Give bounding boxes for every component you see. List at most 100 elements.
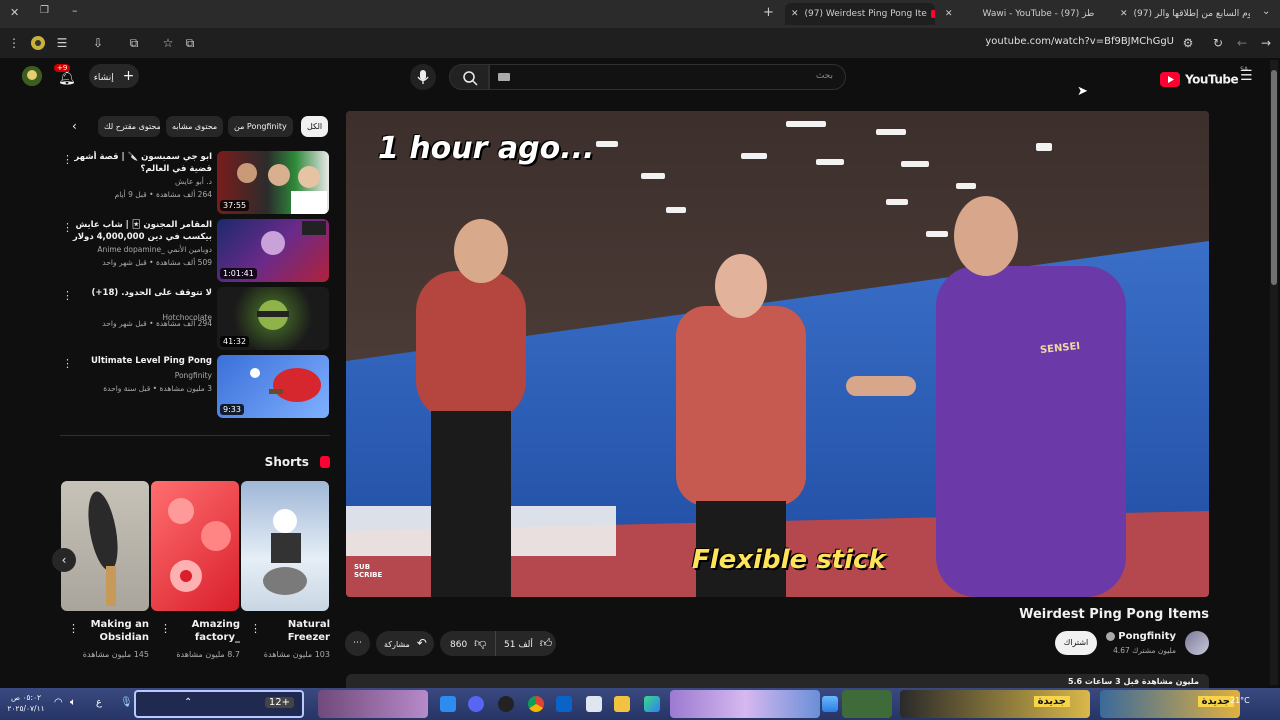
video-thumbnail[interactable]: 9:33 <box>217 355 329 418</box>
short-views: 8.7 مليون مشاهدة <box>176 650 240 659</box>
url-field[interactable]: youtube.com/watch?v=Bf9BJMChGgU <box>985 36 1174 47</box>
short-thumbnail[interactable] <box>151 481 239 611</box>
reload-icon[interactable]: ↻ <box>1210 35 1226 51</box>
channel-name-text: Pongfinity <box>1118 631 1176 642</box>
subscribe-button[interactable]: اشتراك <box>1055 631 1097 655</box>
list-item[interactable]: 37:55 ابو جي سمبسون 🔪 | قصة أشهر قضية في… <box>60 151 330 215</box>
channel-avatar[interactable] <box>1185 631 1209 655</box>
channel-name[interactable]: Anime dopamine_ دوبامين الأنمي <box>82 245 212 254</box>
site-settings-icon[interactable]: ⚙ <box>1180 35 1196 51</box>
chip-all[interactable]: الكل <box>301 116 329 137</box>
window-minimize-icon[interactable]: – <box>72 4 78 17</box>
taskbar-pinned-app[interactable] <box>670 690 820 718</box>
window-close-icon[interactable]: ✕ <box>10 6 19 19</box>
extensions-icon[interactable]: ⧉ <box>126 35 142 51</box>
channel-name[interactable]: د. أبو عايش <box>82 177 212 186</box>
more-options-icon[interactable]: ⋮ <box>62 357 73 370</box>
scrollbar-thumb[interactable] <box>1271 70 1277 285</box>
more-options-icon[interactable]: ⋮ <box>62 153 73 166</box>
video-title[interactable]: Ultimate Level Ping Pong <box>67 355 212 367</box>
more-actions-button[interactable]: ⋯ <box>345 631 370 656</box>
video-title[interactable]: لا تتوقف على الحدود. (18+) <box>67 287 212 299</box>
input-language[interactable]: ع <box>96 697 102 708</box>
short-title[interactable]: Making an Obsidian <box>84 618 149 644</box>
youtube-logo[interactable]: YouTube SA <box>1160 66 1248 87</box>
tray-icon[interactable]: 🎙︎ <box>120 697 133 708</box>
more-options-icon[interactable]: ⋮ <box>250 622 261 635</box>
notifications-button[interactable]: 🔔︎ +9 <box>54 64 78 87</box>
video-title[interactable]: ابو جي سمبسون 🔪 | قصة أشهر قضية في العال… <box>67 151 212 175</box>
new-tab-icon[interactable]: + <box>763 5 774 20</box>
page-scrollbar[interactable] <box>1270 60 1278 685</box>
short-title[interactable]: Amazing factory_ <box>175 618 240 644</box>
account-avatar[interactable] <box>22 66 42 86</box>
list-item[interactable]: 41:32 لا تتوقف على الحدود. (18+) Hotchoc… <box>60 287 330 351</box>
app-icon[interactable] <box>644 696 660 712</box>
mouse-cursor-icon: ➤ <box>1077 84 1088 99</box>
chip-recommended[interactable]: محتوى مقترح لك <box>98 116 160 137</box>
browser-tab-2[interactable]: ✕ Wawi - YouTube - طز (97) <box>945 3 1095 25</box>
keyboard-icon[interactable] <box>498 73 510 81</box>
tab-list-chevron-icon[interactable]: ⌄ <box>1262 6 1270 17</box>
outlook-icon[interactable] <box>556 696 572 712</box>
taskbar-clock[interactable]: ٠٥:٠٢ ص ٢٠٢٥/٠٧/١١ <box>6 692 46 714</box>
taskbar-window-preview[interactable]: ⌃ 12+ <box>134 690 304 718</box>
downloads-icon[interactable]: ⇩ <box>90 35 106 51</box>
video-thumbnail[interactable]: 1:01:41 <box>217 219 329 282</box>
more-options-icon[interactable]: ⋮ <box>68 622 79 635</box>
forward-icon[interactable]: ← <box>1234 35 1250 51</box>
like-button[interactable]: 51 ألف 👍︎ <box>500 631 556 656</box>
share-button[interactable]: مشاركة ↶ <box>376 631 434 656</box>
browser-tab-active[interactable]: ✕ (97) Weirdest Ping Pong Ite <box>785 3 935 25</box>
channel-name[interactable]: Pongfinity <box>82 371 212 380</box>
wifi-icon[interactable]: ◠ <box>54 697 63 708</box>
video-thumbnail[interactable]: 37:55 <box>217 151 329 214</box>
more-options-icon[interactable]: ⋮ <box>160 622 171 635</box>
hamburger-menu-icon[interactable]: ☰ <box>1240 68 1253 84</box>
news-widget[interactable]: جديدة <box>1100 690 1240 718</box>
tab-close-icon[interactable]: ✕ <box>945 9 953 19</box>
window-restore-icon[interactable]: ❐ <box>40 5 49 16</box>
more-options-icon[interactable]: ⋮ <box>62 289 73 302</box>
menu-dots-icon[interactable]: ⋮ <box>6 35 22 51</box>
app-icon[interactable] <box>440 696 456 712</box>
video-player[interactable]: 1 hour ago... Flexible stick SUB SCRIBE … <box>346 111 1209 597</box>
list-item[interactable]: 1:01:41 المقامر المجنون 🃏 | شاب عايش بيك… <box>60 219 330 283</box>
shorts-prev-button[interactable]: ‹ <box>52 548 76 572</box>
more-options-icon[interactable]: ⋮ <box>62 221 73 234</box>
app-icon[interactable] <box>586 696 602 712</box>
browser-tab-1[interactable]: ✕ (97) اليوم السابع من إطلاقها والر... <box>1120 3 1250 25</box>
taskbar-pinned-app[interactable] <box>318 690 428 718</box>
extension-avatar-icon[interactable] <box>30 35 46 51</box>
short-thumbnail[interactable] <box>241 481 329 611</box>
short-title[interactable]: Natural Freezer <box>265 618 330 644</box>
description-box[interactable]: 5.6 مليون مشاهدة قبل 3 ساعات <box>346 674 1209 688</box>
file-explorer-icon[interactable] <box>614 696 630 712</box>
news-widget[interactable]: جديدة <box>900 690 1090 718</box>
cast-icon[interactable]: ⧉ <box>182 35 198 51</box>
search-input[interactable]: بحث <box>489 64 846 90</box>
short-thumbnail[interactable] <box>61 481 149 611</box>
back-icon[interactable]: → <box>1258 35 1274 51</box>
app-icon[interactable] <box>498 696 514 712</box>
volume-icon[interactable]: 🔈︎ <box>70 697 76 708</box>
tab-close-icon[interactable]: ✕ <box>791 9 799 19</box>
chrome-icon[interactable] <box>528 696 544 712</box>
weather-temp[interactable]: 21°C <box>1230 696 1250 705</box>
video-title[interactable]: المقامر المجنون 🃏 | شاب عايش بيكسب في دي… <box>67 219 212 243</box>
reading-list-icon[interactable]: ☰ <box>54 35 70 51</box>
bookmark-star-icon[interactable]: ☆ <box>160 35 176 51</box>
search-button[interactable] <box>449 64 489 90</box>
discord-icon[interactable] <box>468 696 484 712</box>
taskbar-pinned-app[interactable] <box>842 690 892 718</box>
chips-prev-icon[interactable]: ‹ <box>72 119 77 133</box>
voice-search-button[interactable] <box>410 64 436 90</box>
dislike-button[interactable]: 860 👎︎ <box>446 631 496 656</box>
create-button[interactable]: إنشاء + <box>89 64 139 88</box>
chip-related[interactable]: محتوى مشابه <box>166 116 224 137</box>
video-thumbnail[interactable]: 41:32 <box>217 287 329 350</box>
chip-from-channel[interactable]: من Pongfinity <box>228 116 293 137</box>
tab-close-icon[interactable]: ✕ <box>1120 9 1128 19</box>
list-item[interactable]: 9:33 Ultimate Level Ping Pong Pongfinity… <box>60 355 330 419</box>
start-windows-icon[interactable] <box>822 696 838 712</box>
